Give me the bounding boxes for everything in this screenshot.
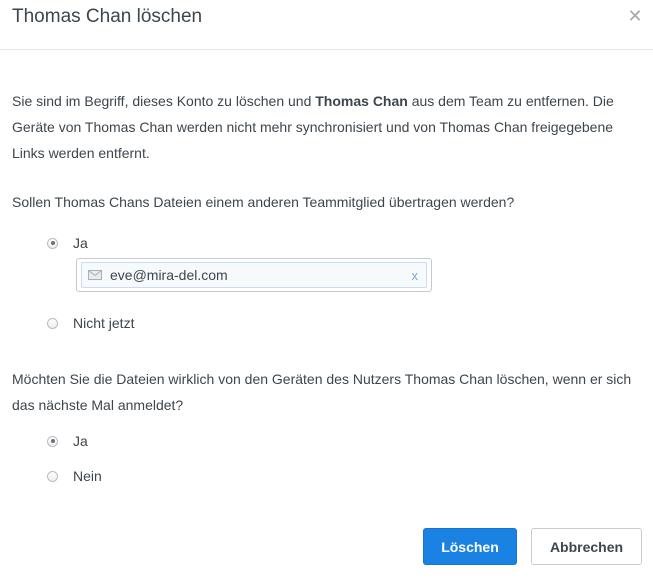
cancel-button[interactable]: Abbrechen — [531, 528, 642, 565]
wipe-no-label: Nein — [73, 468, 102, 484]
dialog-title: Thomas Chan löschen — [12, 6, 203, 27]
wipe-yes-label: Ja — [73, 433, 88, 449]
intro-part1: Sie sind im Begriff, dieses Konto zu lös… — [12, 93, 316, 109]
intro-text: Sie sind im Begriff, dieses Konto zu lös… — [12, 88, 642, 166]
delete-member-dialog: Thomas Chan löschen ✕ Sie sind im Begrif… — [0, 0, 653, 585]
member-name: Thomas Chan — [315, 93, 408, 109]
remove-token-icon[interactable]: x — [412, 268, 419, 283]
wipe-no-option[interactable]: Nein — [47, 466, 102, 486]
transfer-question: Sollen Thomas Chans Dateien einem andere… — [12, 194, 515, 210]
transfer-yes-radio[interactable] — [47, 237, 58, 249]
recipient-input[interactable]: eve@mira-del.com x — [76, 258, 432, 292]
wipe-question: Möchten Sie die Dateien wirklich von den… — [12, 371, 632, 413]
recipient-email: eve@mira-del.com — [110, 267, 228, 283]
close-icon[interactable]: ✕ — [627, 7, 643, 25]
envelope-icon — [88, 270, 102, 280]
transfer-no-label: Nicht jetzt — [73, 315, 135, 331]
dialog-header: Thomas Chan löschen ✕ — [0, 0, 653, 50]
transfer-yes-label: Ja — [73, 235, 88, 251]
wipe-yes-option[interactable]: Ja — [47, 431, 88, 451]
recipient-token: eve@mira-del.com x — [81, 262, 427, 288]
wipe-yes-radio[interactable] — [47, 435, 58, 447]
transfer-no-option[interactable]: Nicht jetzt — [47, 313, 134, 333]
delete-button[interactable]: Löschen — [423, 528, 517, 565]
intro-paragraph: Sie sind im Begriff, dieses Konto zu lös… — [12, 88, 642, 166]
transfer-no-radio[interactable] — [47, 317, 58, 329]
wipe-no-radio[interactable] — [47, 470, 58, 482]
transfer-yes-option[interactable]: Ja — [47, 233, 88, 253]
